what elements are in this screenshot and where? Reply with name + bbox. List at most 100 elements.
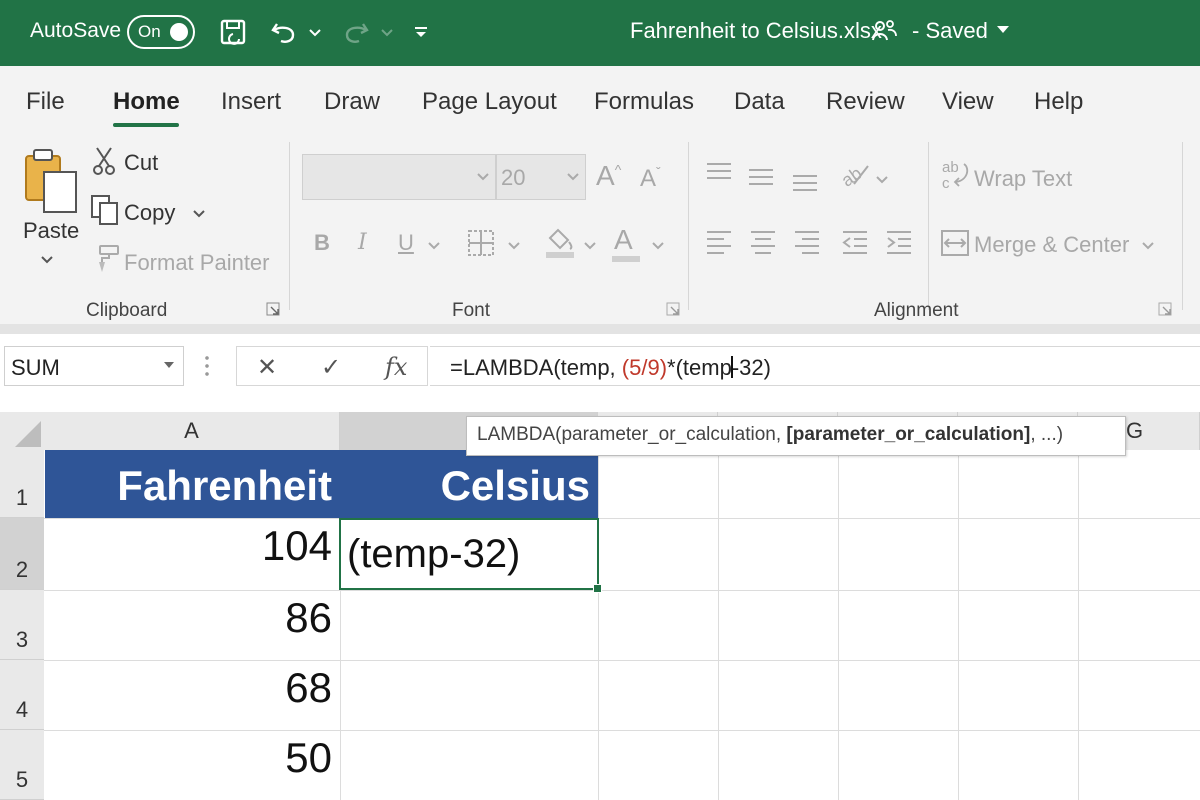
grow-font-button[interactable]: A^ bbox=[596, 160, 621, 192]
cut-icon[interactable] bbox=[92, 146, 116, 181]
enter-formula-button[interactable]: ✓ bbox=[321, 353, 341, 382]
tab-page-layout[interactable]: Page Layout bbox=[422, 88, 557, 116]
select-all-triangle-icon bbox=[15, 421, 41, 447]
cut-button[interactable]: Cut bbox=[124, 150, 158, 176]
font-size-dropdown[interactable]: 20 bbox=[496, 154, 586, 200]
tab-help[interactable]: Help bbox=[1034, 88, 1083, 116]
gridline bbox=[44, 660, 1200, 661]
formula-paren: (5/9) bbox=[621, 355, 668, 380]
cancel-formula-button[interactable]: ✕ bbox=[257, 353, 277, 382]
decrease-indent-icon[interactable] bbox=[840, 228, 870, 261]
autosave-toggle[interactable]: On bbox=[127, 15, 195, 49]
tab-view[interactable]: View bbox=[942, 88, 994, 116]
tooltip-optional-argument[interactable]: [parameter_or_calculation] bbox=[786, 424, 1030, 445]
font-launcher-icon[interactable] bbox=[666, 302, 680, 319]
middle-align-icon[interactable] bbox=[746, 164, 776, 195]
customize-toolbar-icon[interactable] bbox=[404, 14, 438, 52]
align-left-icon[interactable] bbox=[704, 228, 734, 261]
saved-status[interactable]: - Saved bbox=[912, 18, 988, 44]
tab-formulas[interactable]: Formulas bbox=[594, 88, 694, 116]
worksheet-grid: A G 1 2 3 4 5 Fahrenheit Celsius 104 86 … bbox=[0, 398, 1200, 800]
name-box-dropdown-icon[interactable] bbox=[163, 358, 175, 373]
clipboard-launcher-icon[interactable] bbox=[266, 302, 280, 319]
svg-text:c: c bbox=[942, 175, 950, 190]
borders-chevron-icon[interactable] bbox=[508, 238, 520, 256]
merge-center-chevron-icon[interactable] bbox=[1142, 238, 1154, 256]
name-box[interactable]: SUM bbox=[4, 346, 184, 386]
shared-people-icon[interactable] bbox=[872, 18, 898, 48]
insert-function-button[interactable]: fx bbox=[385, 353, 407, 381]
copy-button[interactable]: Copy bbox=[124, 200, 175, 226]
orientation-icon[interactable]: ab bbox=[838, 158, 870, 193]
bold-button[interactable]: B bbox=[314, 230, 330, 256]
wrap-text-icon[interactable]: ab c bbox=[940, 158, 970, 195]
row-header-2[interactable]: 2 bbox=[0, 518, 44, 590]
format-painter-button[interactable]: Format Painter bbox=[124, 250, 270, 276]
cell-a4[interactable]: 68 bbox=[45, 664, 340, 712]
tab-home[interactable]: Home bbox=[113, 88, 180, 116]
formula-bar-grip[interactable] bbox=[205, 354, 209, 380]
paste-dropdown-chevron-icon[interactable] bbox=[40, 252, 54, 270]
copy-icon[interactable] bbox=[90, 194, 120, 231]
align-center-icon[interactable] bbox=[748, 228, 778, 261]
font-color-swatch bbox=[612, 256, 640, 262]
tab-insert[interactable]: Insert bbox=[221, 88, 281, 116]
function-argument-tooltip: LAMBDA(parameter_or_calculation, [parame… bbox=[466, 416, 1126, 456]
shrink-font-button[interactable]: Aˇ bbox=[640, 164, 661, 193]
format-painter-icon[interactable] bbox=[90, 244, 120, 279]
active-cell-b2[interactable]: (temp-32) bbox=[339, 518, 602, 593]
fill-color-chevron-icon[interactable] bbox=[584, 238, 596, 256]
select-all-corner[interactable] bbox=[0, 412, 44, 450]
cell-a5[interactable]: 50 bbox=[45, 734, 340, 782]
column-header-a[interactable]: A bbox=[44, 412, 340, 450]
merge-center-button[interactable]: Merge & Center bbox=[974, 232, 1129, 258]
toggle-knob bbox=[170, 23, 188, 41]
undo-dropdown-chevron-icon[interactable] bbox=[300, 14, 330, 52]
italic-button[interactable]: I bbox=[358, 230, 367, 255]
copy-dropdown-chevron-icon[interactable] bbox=[192, 206, 206, 224]
save-icon[interactable] bbox=[214, 14, 254, 52]
cell-b1[interactable]: Celsius bbox=[340, 450, 598, 518]
font-group-label: Font bbox=[452, 300, 491, 321]
row-header-1[interactable]: 1 bbox=[0, 450, 44, 518]
cell-a3[interactable]: 86 bbox=[45, 594, 340, 642]
autosave-label: AutoSave bbox=[30, 19, 122, 42]
row-header-4[interactable]: 4 bbox=[0, 660, 44, 730]
bottom-align-icon[interactable] bbox=[790, 168, 820, 199]
gridline bbox=[958, 450, 959, 800]
cell-a1[interactable]: Fahrenheit bbox=[45, 450, 340, 518]
shrink-font-glyph: A bbox=[640, 165, 657, 192]
font-color-chevron-icon[interactable] bbox=[652, 238, 664, 256]
redo-icon[interactable] bbox=[336, 14, 376, 52]
row-header-5[interactable]: 5 bbox=[0, 730, 44, 800]
tab-data[interactable]: Data bbox=[734, 88, 785, 116]
underline-button[interactable]: U bbox=[398, 230, 414, 256]
redo-dropdown-chevron-icon[interactable] bbox=[372, 14, 402, 52]
undo-icon[interactable] bbox=[264, 14, 304, 52]
align-right-icon[interactable] bbox=[792, 228, 822, 261]
cell-a2[interactable]: 104 bbox=[45, 522, 340, 570]
ribbon-divider bbox=[0, 324, 1200, 334]
alignment-launcher-icon[interactable] bbox=[1158, 302, 1172, 319]
tab-file[interactable]: File bbox=[26, 88, 65, 116]
underline-chevron-icon[interactable] bbox=[428, 238, 440, 256]
fill-handle[interactable] bbox=[593, 584, 602, 593]
tab-draw[interactable]: Draw bbox=[324, 88, 380, 116]
paste-button[interactable]: Paste bbox=[23, 218, 79, 244]
increase-indent-icon[interactable] bbox=[884, 228, 914, 261]
merge-center-icon[interactable] bbox=[940, 228, 970, 263]
font-color-button[interactable]: A bbox=[614, 224, 633, 256]
formula-suffix: -32) bbox=[731, 355, 771, 380]
orientation-chevron-icon[interactable] bbox=[876, 172, 888, 190]
saved-dropdown-icon[interactable] bbox=[996, 22, 1010, 40]
tab-review[interactable]: Review bbox=[826, 88, 905, 116]
paste-icon[interactable] bbox=[22, 144, 80, 219]
borders-icon[interactable] bbox=[466, 228, 496, 263]
font-name-dropdown[interactable] bbox=[302, 154, 496, 200]
row-header-3[interactable]: 3 bbox=[0, 590, 44, 660]
top-align-icon[interactable] bbox=[704, 160, 734, 191]
active-tab-indicator bbox=[113, 123, 179, 127]
formula-input[interactable]: =LAMBDA(temp, (5/9)*(temp-32) bbox=[430, 346, 1200, 386]
fill-color-icon[interactable] bbox=[544, 224, 576, 265]
wrap-text-button[interactable]: Wrap Text bbox=[974, 166, 1072, 192]
